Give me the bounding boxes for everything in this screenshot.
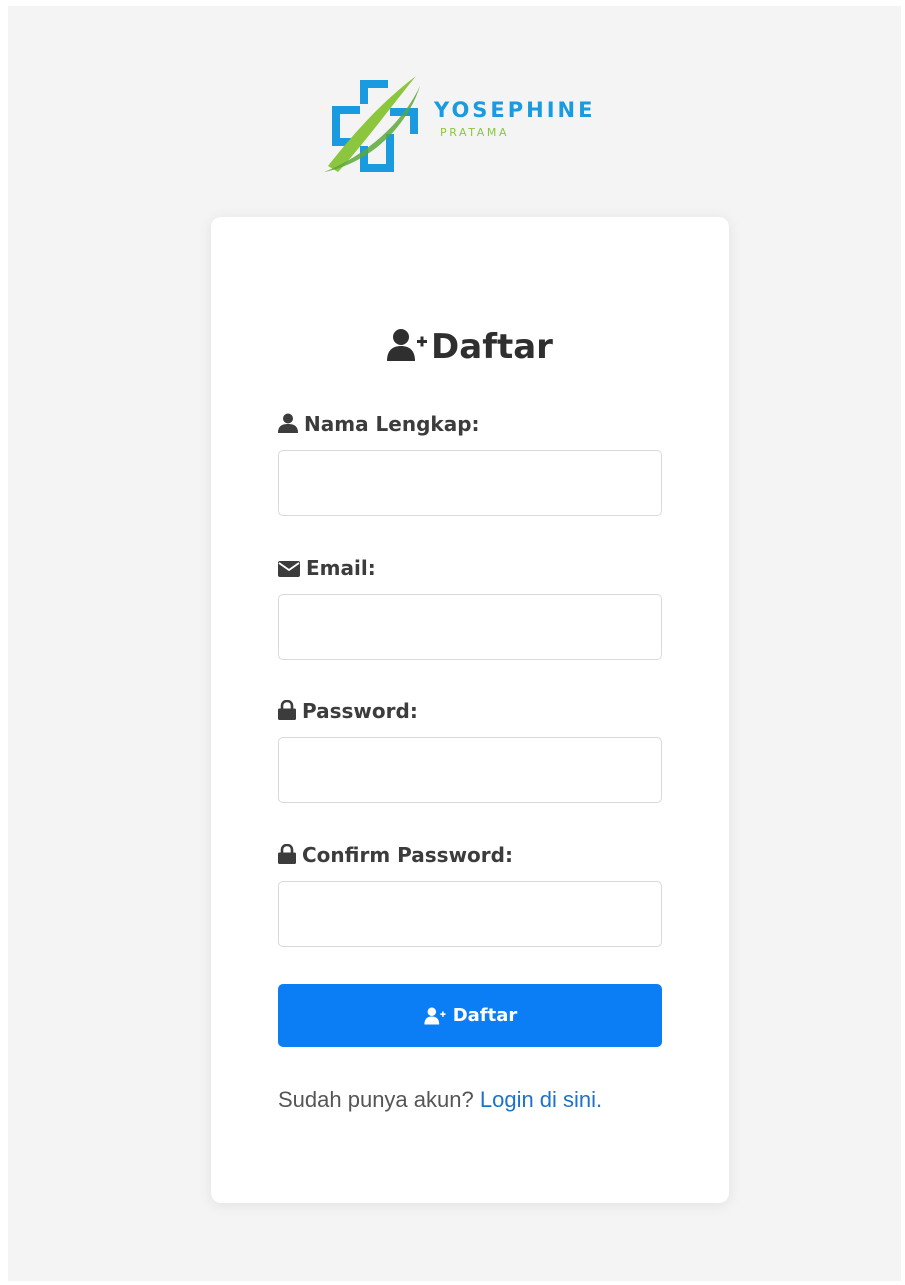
login-link[interactable]: Login di sini. bbox=[480, 1087, 602, 1112]
field-full-name: Nama Lengkap: bbox=[278, 410, 662, 516]
confirm-password-input[interactable] bbox=[278, 881, 662, 947]
brand-name: YOSEPHINE bbox=[434, 98, 596, 122]
lock-icon bbox=[278, 699, 296, 720]
user-icon bbox=[278, 413, 298, 433]
form-title: Daftar bbox=[211, 327, 729, 367]
field-password: Password: bbox=[278, 697, 662, 803]
user-plus-icon bbox=[424, 1007, 446, 1024]
register-button[interactable]: Daftar bbox=[278, 984, 662, 1047]
password-input[interactable] bbox=[278, 737, 662, 803]
confirm-password-label: Confirm Password: bbox=[278, 841, 662, 869]
form-title-text: Daftar bbox=[431, 327, 553, 367]
medical-cross-logo-icon bbox=[324, 76, 420, 172]
envelope-icon bbox=[278, 561, 300, 577]
page-background: YOSEPHINE PRATAMA Daftar Nama Lengkap: E… bbox=[8, 6, 901, 1281]
lock-icon bbox=[278, 843, 296, 864]
email-input[interactable] bbox=[278, 594, 662, 660]
field-confirm-password: Confirm Password: bbox=[278, 841, 662, 947]
password-label: Password: bbox=[278, 697, 662, 725]
brand-logo: YOSEPHINE PRATAMA bbox=[320, 68, 620, 180]
register-button-label: Daftar bbox=[452, 1005, 518, 1026]
user-plus-icon bbox=[387, 329, 428, 361]
full-name-label: Nama Lengkap: bbox=[278, 410, 662, 438]
field-email: Email: bbox=[278, 554, 662, 660]
brand-subtitle: PRATAMA bbox=[440, 126, 510, 139]
full-name-input[interactable] bbox=[278, 450, 662, 516]
login-prompt-text: Sudah punya akun? bbox=[278, 1087, 474, 1112]
register-card: Daftar Nama Lengkap: Email: Password: Co… bbox=[211, 217, 729, 1203]
email-label: Email: bbox=[278, 554, 662, 582]
login-prompt: Sudah punya akun? Login di sini. bbox=[278, 1087, 678, 1113]
